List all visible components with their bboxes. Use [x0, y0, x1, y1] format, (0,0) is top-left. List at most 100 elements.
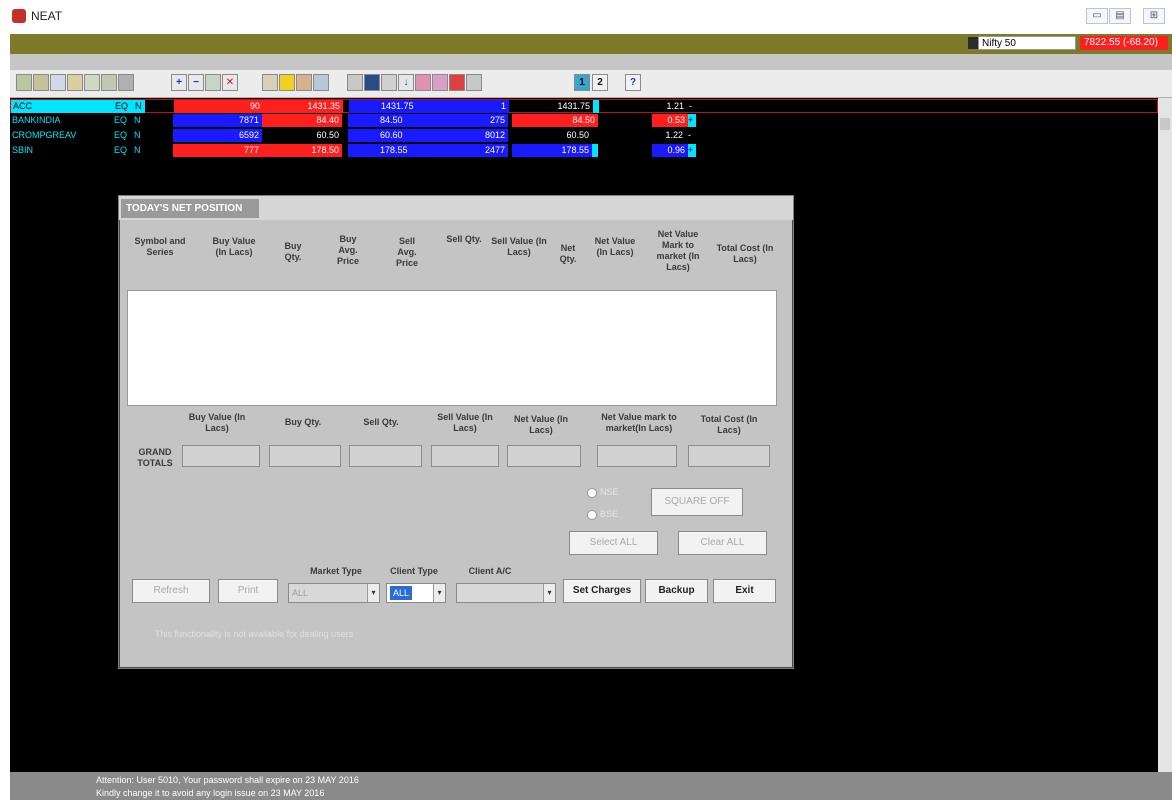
symbol-cell: BANKINDIA: [12, 115, 61, 125]
series-cell: EQ: [114, 145, 128, 155]
market-cell: N: [135, 100, 145, 113]
minimize-button[interactable]: ▭: [1086, 8, 1108, 24]
sell-qty-cell: 1: [439, 100, 509, 113]
market-watch-row[interactable]: ACC EQ N 90 1431.35 1431.75 1 1431.75 1.…: [10, 99, 1158, 113]
ltp-cell: 178.55: [512, 144, 592, 157]
delete-icon[interactable]: ✕: [222, 74, 238, 91]
buy-qty-cell: 7871: [173, 114, 262, 127]
refresh-button[interactable]: Refresh: [132, 579, 210, 603]
toolbar-tool-6-icon[interactable]: [101, 74, 117, 91]
series-cell: EQ: [114, 115, 128, 125]
save-icon[interactable]: [364, 74, 380, 91]
ltp-marker: [592, 144, 598, 157]
market-watch-row[interactable]: BANKINDIA EQ N 7871 84.40 84.50 275 84.5…: [10, 114, 1158, 127]
column-header-sell-avg-price: Sell Avg. Price: [395, 236, 419, 268]
toolbar-tool-18-icon[interactable]: [381, 74, 397, 91]
column-header-symbol: Symbol and Series: [134, 236, 186, 257]
sell-qty-cell: 8012: [438, 129, 508, 142]
column-header-buy-value: Buy Value (In Lacs): [212, 236, 256, 257]
buy-price-cell: 178.50: [262, 144, 342, 157]
toolbar-tool-12-icon[interactable]: [262, 74, 278, 91]
toolbar-tool-21-icon[interactable]: [432, 74, 448, 91]
clear-all-button[interactable]: Clear ALL: [678, 531, 767, 555]
client-ac-select[interactable]: ▾: [456, 583, 556, 603]
backup-button[interactable]: Backup: [645, 579, 708, 603]
chart-icon[interactable]: [50, 74, 66, 91]
toolbar-tool-16-icon[interactable]: [347, 74, 363, 91]
market-watch-row[interactable]: SBIN EQ N 777 178.50 178.55 2477 178.55 …: [10, 144, 1158, 157]
toolbar-tool-2-icon[interactable]: [33, 74, 49, 91]
net-position-grid[interactable]: [127, 290, 777, 406]
index-value: 7822.55 (-68.20): [1080, 36, 1168, 50]
total-label-net-value-mtm: Net Value mark to market(In Lacs): [601, 412, 677, 433]
toolbar-tool-13-icon[interactable]: [279, 74, 295, 91]
sell-price-cell: 84.50: [348, 114, 438, 127]
arrow-down-icon[interactable]: ↓: [398, 74, 414, 91]
bse-radio[interactable]: [587, 510, 597, 520]
toolbar-tool-23-icon[interactable]: [466, 74, 482, 91]
sell-price-cell: 60.60: [348, 129, 438, 142]
market-cell: N: [134, 130, 141, 140]
nse-radio-label: NSE: [600, 487, 619, 497]
toolbar-tool-20-icon[interactable]: [415, 74, 431, 91]
print-button[interactable]: Print: [218, 579, 278, 603]
toolbar-tool-15-icon[interactable]: [313, 74, 329, 91]
total-label-sell-qty: Sell Qty.: [363, 417, 399, 427]
toolbar-tool-1-icon[interactable]: [16, 74, 32, 91]
total-cost-field: [688, 445, 770, 467]
tile-button[interactable]: ⊞: [1143, 8, 1165, 24]
grand-totals-label: GRAND TOTALS: [137, 447, 173, 468]
exit-button[interactable]: Exit: [713, 579, 776, 603]
chevron-down-icon[interactable]: ▾: [433, 584, 445, 602]
sell-price-cell: 1431.75: [349, 100, 439, 113]
index-name-field[interactable]: Nifty 50: [978, 36, 1076, 50]
dealer-notice: This functionality is not available for …: [155, 629, 354, 639]
page-2-button[interactable]: 2: [592, 74, 608, 91]
square-off-button[interactable]: SQUARE OFF: [651, 488, 743, 516]
market-type-label: Market Type: [310, 566, 362, 576]
client-type-select[interactable]: ALL ▾: [386, 583, 446, 603]
toolbar-tool-22-icon[interactable]: [449, 74, 465, 91]
pencil-icon[interactable]: [67, 74, 83, 91]
nse-radio[interactable]: [587, 488, 597, 498]
set-charges-button[interactable]: Set Charges: [563, 579, 641, 603]
column-header-net-value-mtm: Net Value Mark to market (In Lacs): [656, 229, 700, 272]
market-watch-row[interactable]: CROMPGREAV EQ N 6592 60.50 60.60 8012 60…: [10, 129, 1158, 142]
symbol-cell: ACC: [11, 100, 115, 113]
ltp-marker: [593, 100, 599, 113]
minus-icon[interactable]: −: [188, 74, 204, 91]
symbol-cell: SBIN: [12, 145, 34, 155]
total-label-total-cost: Total Cost (In Lacs): [700, 414, 758, 435]
page-1-button[interactable]: 1: [574, 74, 590, 91]
plus-icon[interactable]: +: [171, 74, 187, 91]
total-sell-qty-field: [349, 445, 422, 467]
market-type-select[interactable]: ALL ▾: [288, 583, 380, 603]
column-header-buy-avg-price: Buy Avg. Price: [336, 234, 360, 266]
column-header-net-qty: Net Qty.: [559, 243, 577, 264]
index-selector-icon[interactable]: [968, 37, 978, 49]
toolbar-tool-10-icon[interactable]: [205, 74, 221, 91]
total-net-value-mtm-field: [597, 445, 677, 467]
sell-qty-cell: 2477: [438, 144, 508, 157]
total-label-sell-value: Sell Value (In Lacs): [437, 412, 493, 433]
chevron-down-icon[interactable]: ▾: [543, 584, 555, 602]
market-type-value: ALL: [292, 588, 309, 598]
select-all-button[interactable]: Select ALL: [569, 531, 658, 555]
password-change-message: Kindly change it to avoid any login issu…: [96, 788, 325, 798]
ltp-cell: 84.50: [512, 114, 598, 127]
help-icon[interactable]: ?: [625, 74, 641, 91]
toolbar-tool-14-icon[interactable]: [296, 74, 312, 91]
pct-change-cell: 0.53: [652, 114, 688, 127]
vertical-scrollbar[interactable]: [1158, 98, 1172, 772]
binoculars-icon[interactable]: [118, 74, 134, 91]
client-type-value: ALL: [390, 586, 413, 600]
total-label-buy-value: Buy Value (In Lacs): [188, 412, 246, 433]
toolbar-tool-5-icon[interactable]: [84, 74, 100, 91]
dialog-title: TODAY'S NET POSITION: [121, 199, 259, 218]
buy-qty-cell: 777: [173, 144, 262, 157]
chevron-down-icon[interactable]: ▾: [367, 584, 379, 602]
ticker-gap: [10, 54, 1172, 70]
scrollbar-thumb[interactable]: [1160, 118, 1170, 130]
restore-button[interactable]: ▤: [1109, 8, 1131, 24]
symbol-cell: CROMPGREAV: [12, 130, 77, 140]
